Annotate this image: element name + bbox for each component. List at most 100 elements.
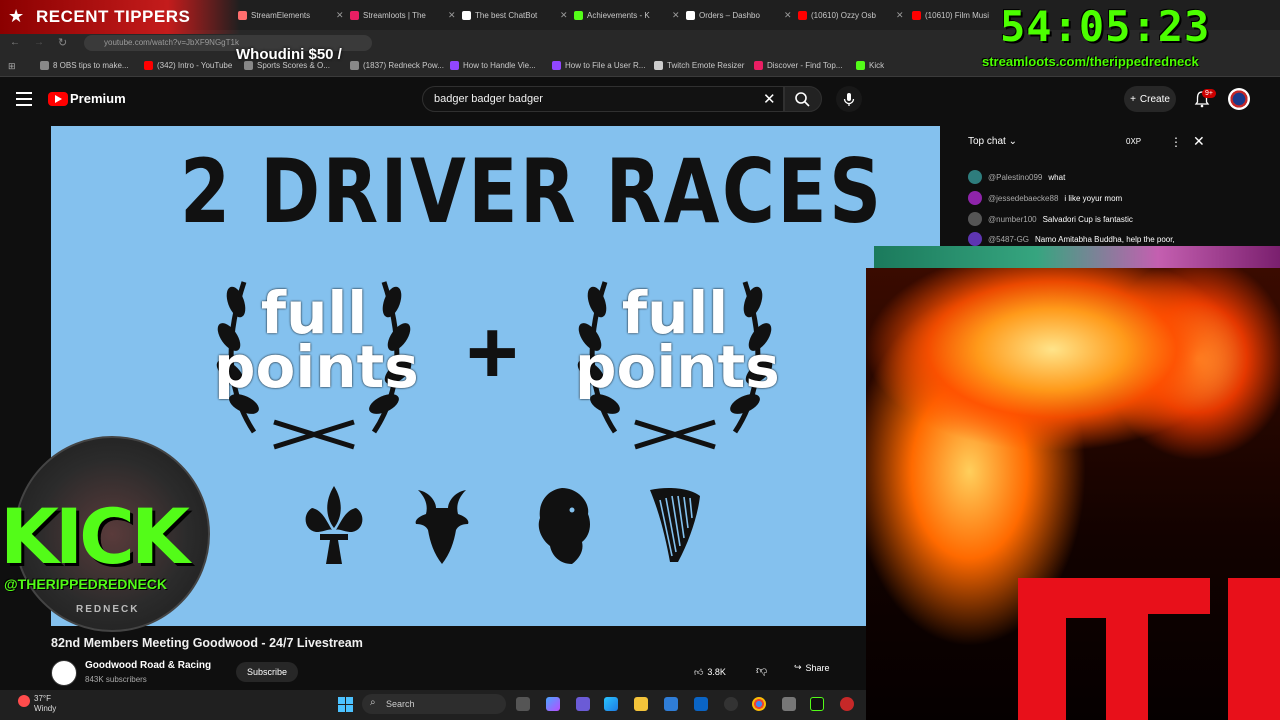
copilot-icon[interactable] (546, 697, 560, 711)
bookmark-label: 8 OBS tips to make... (53, 61, 129, 70)
video-headline: 2 DRIVER RACES (180, 140, 884, 243)
tab-favicon-icon (912, 10, 921, 20)
bookmark-label: How to File a User R... (565, 61, 646, 70)
chat-username[interactable]: @Palestino099 (988, 173, 1042, 182)
browser-tab[interactable]: (10610) Ozzy Osb ✕ (798, 6, 906, 24)
channel-avatar[interactable] (51, 660, 77, 686)
bookmark-item[interactable]: (1837) Redneck Pow... (350, 61, 444, 70)
chat-username[interactable]: @jessedebaecke88 (988, 194, 1058, 203)
weather-temp: 37°F (34, 694, 51, 703)
menu-icon[interactable] (16, 92, 32, 106)
store-icon[interactable] (664, 697, 678, 711)
kick-app-icon[interactable] (810, 697, 824, 711)
chat-avatar[interactable] (968, 191, 982, 205)
search-input-value[interactable]: badger badger badger (434, 93, 543, 105)
chat-username[interactable]: @5487-GG (988, 235, 1029, 244)
kick-handle: @THERIPPEDREDNECK (4, 576, 168, 592)
bookmark-favicon-icon (654, 61, 663, 70)
bookmark-item[interactable]: Kick (856, 61, 884, 70)
tab-favicon-icon (350, 10, 359, 20)
weather-widget[interactable]: 37°F Windy (34, 694, 56, 714)
notifications-badge: 9+ (1202, 89, 1216, 98)
chat-more-icon[interactable]: ⋮ (1170, 135, 1182, 149)
bookmark-item[interactable]: Discover - Find Top... (754, 61, 842, 70)
forward-icon[interactable]: → (34, 37, 44, 48)
reload-icon[interactable]: ↻ (58, 36, 67, 49)
browser-tab[interactable]: Achievements - K ✕ (574, 6, 682, 24)
bookmark-item[interactable]: How to Handle Vie... (450, 61, 536, 70)
task-view-icon[interactable] (516, 697, 530, 711)
obs-icon[interactable] (724, 697, 738, 711)
chat-mode-dropdown[interactable]: Top chat ⌄ (968, 136, 1017, 147)
account-avatar[interactable] (1228, 88, 1250, 110)
bookmark-label: (342) Intro - YouTube (157, 61, 233, 70)
back-icon[interactable]: ← (10, 37, 20, 48)
bookmark-item[interactable]: How to File a User R... (552, 61, 645, 70)
chat-text: Salvadori Cup is fantastic (1042, 214, 1133, 224)
windows-start-icon[interactable] (338, 697, 353, 712)
harp-icon (650, 488, 700, 562)
search-button[interactable] (784, 86, 822, 112)
close-tab-icon[interactable]: ✕ (896, 10, 904, 21)
tab-favicon-icon (798, 10, 807, 20)
tab-label: Streamloots | The (363, 10, 426, 20)
tab-label: Achievements - K (587, 10, 650, 20)
chat-message[interactable]: @Palestino099 what (968, 170, 1065, 184)
subscribe-button[interactable]: Subscribe (236, 662, 298, 682)
create-label: Create (1139, 93, 1170, 105)
chat-username[interactable]: @number100 (988, 215, 1037, 224)
outlook-icon[interactable] (694, 697, 708, 711)
bookmark-favicon-icon (450, 61, 459, 70)
close-tab-icon[interactable]: ✕ (560, 10, 568, 21)
browser-tab[interactable]: The best ChatBot ✕ (462, 6, 570, 24)
taskbar-search[interactable]: Search (362, 694, 506, 714)
channel-name[interactable]: Goodwood Road & Racing (85, 660, 211, 671)
bookmark-item[interactable]: Twitch Emote Resizer (654, 61, 744, 70)
bookmark-item[interactable]: 8 OBS tips to make... (40, 61, 129, 70)
file-explorer-icon[interactable] (634, 697, 648, 711)
bookmark-favicon-icon (552, 61, 561, 70)
create-button[interactable]: + Create (1124, 86, 1176, 112)
chat-avatar[interactable] (968, 170, 982, 184)
recording-app-icon[interactable] (840, 697, 854, 711)
close-tab-icon[interactable]: ✕ (336, 10, 344, 21)
thumbs-down-icon: 👎︎ (756, 665, 768, 677)
bookmark-label: How to Handle Vie... (463, 61, 536, 70)
youtube-premium-label[interactable]: Premium (70, 91, 126, 106)
tab-favicon-icon (462, 10, 471, 20)
edge-icon[interactable] (604, 697, 618, 711)
chrome-icon[interactable] (752, 697, 766, 711)
bookmark-favicon-icon (144, 61, 153, 70)
close-tab-icon[interactable]: ✕ (672, 10, 680, 21)
search-icon (795, 92, 810, 107)
voice-search-button[interactable] (836, 86, 862, 112)
apps-grid-icon[interactable]: ⊞ (8, 61, 16, 72)
chat-message[interactable]: @5487-GG Namo Amitabha Buddha, help the p… (968, 232, 1175, 246)
chat-avatar[interactable] (968, 212, 982, 226)
clear-search-icon[interactable]: ✕ (763, 90, 776, 108)
subscriber-count: 843K subscribers (85, 675, 147, 684)
dislike-button[interactable]: 👎︎ (756, 664, 767, 677)
streamloots-link: streamloots.com/therippedredneck (982, 54, 1199, 69)
chat-message[interactable]: @number100 Salvadori Cup is fantastic (968, 212, 1133, 226)
close-tab-icon[interactable]: ✕ (448, 10, 456, 21)
overlay-color-strip (874, 246, 1280, 270)
browser-tab[interactable]: Streamloots | The ✕ (350, 6, 458, 24)
tab-label: (10610) Ozzy Osb (811, 10, 876, 20)
share-button[interactable]: ↪ Share (794, 662, 830, 673)
chat-message[interactable]: @jessedebaecke88 i like yoyur mom (968, 191, 1122, 205)
youtube-logo-icon[interactable] (48, 92, 68, 106)
app-icon[interactable] (782, 697, 796, 711)
chat-xp-badge[interactable]: 0XP (1126, 137, 1141, 146)
chat-text: Namo Amitabha Buddha, help the poor, (1035, 234, 1175, 244)
chat-close-icon[interactable]: ✕ (1193, 133, 1205, 150)
like-button[interactable]: 👍︎ 3.8K (694, 662, 742, 682)
teams-icon[interactable] (576, 697, 590, 711)
bookmark-item[interactable]: (342) Intro - YouTube (144, 61, 232, 70)
close-tab-icon[interactable]: ✕ (784, 10, 792, 21)
browser-tab[interactable]: Orders – Dashbo ✕ (686, 6, 794, 24)
chat-avatar[interactable] (968, 232, 982, 246)
browser-tab[interactable]: StreamElements ✕ (238, 6, 346, 24)
weather-icon[interactable] (18, 695, 30, 707)
tab-label: (10610) Film Musi (925, 10, 990, 20)
